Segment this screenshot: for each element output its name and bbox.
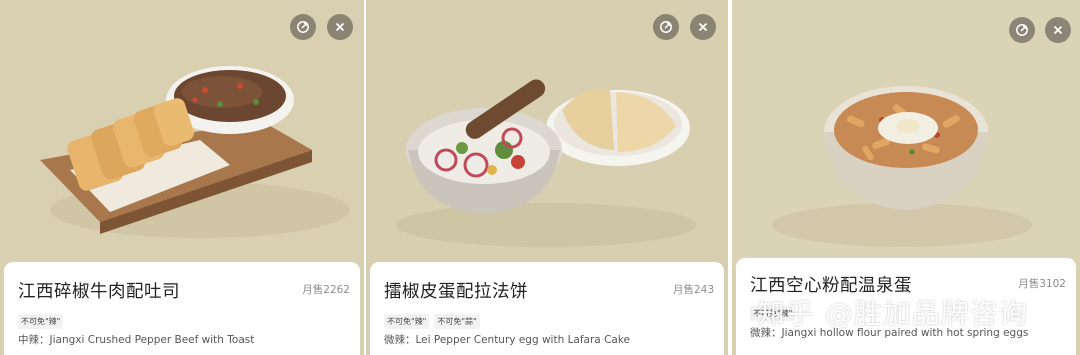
dish-description: 中辣：Jiangxi Crushed Pepper Beef with Toas… [18, 334, 255, 346]
close-button[interactable] [1045, 17, 1071, 43]
close-button[interactable] [327, 14, 353, 40]
close-button[interactable] [690, 14, 716, 40]
zhihu-watermark: 知乎 @胜加品牌咨询 [757, 297, 1028, 330]
close-icon [335, 22, 345, 32]
dish-panel-2[interactable]: 擂椒皮蛋配拉法饼 月售243 不可免"辣" 不可免"蒜" 微辣：Lei Pepp… [366, 0, 728, 355]
monthly-sales: 月售3102 [1018, 278, 1066, 290]
share-button[interactable] [1009, 17, 1035, 43]
dish-info-card: 江西碎椒牛肉配吐司 月售2262 不可免"辣" 中辣：Jiangxi Crush… [4, 262, 360, 355]
dish-photo-beef-toast [0, 0, 364, 270]
spice-tag: 不可免"辣" [18, 314, 64, 329]
close-icon [1053, 25, 1063, 35]
share-button[interactable] [653, 14, 679, 40]
share-icon [297, 21, 309, 33]
share-icon [660, 21, 672, 33]
dish-description: 微辣：Lei Pepper Century egg with Lafara Ca… [384, 334, 631, 346]
share-button[interactable] [290, 14, 316, 40]
dish-panel-1[interactable]: 江西碎椒牛肉配吐司 月售2262 不可免"辣" 中辣：Jiangxi Crush… [0, 0, 364, 355]
dish-title: 江西碎椒牛肉配吐司 [18, 282, 180, 302]
monthly-sales: 月售2262 [302, 284, 350, 296]
dish-title: 擂椒皮蛋配拉法饼 [384, 282, 528, 302]
spice-tag: 不可免"辣" [384, 314, 430, 329]
monthly-sales: 月售243 [672, 284, 714, 296]
dish-tags: 不可免"辣" [18, 314, 64, 329]
dish-photo-century-egg [366, 0, 728, 270]
share-icon [1016, 24, 1028, 36]
garlic-tag: 不可免"蒜" [434, 314, 480, 329]
dish-info-card: 擂椒皮蛋配拉法饼 月售243 不可免"辣" 不可免"蒜" 微辣：Lei Pepp… [370, 262, 724, 355]
dish-tags: 不可免"辣" 不可免"蒜" [384, 314, 480, 329]
close-icon [698, 22, 708, 32]
